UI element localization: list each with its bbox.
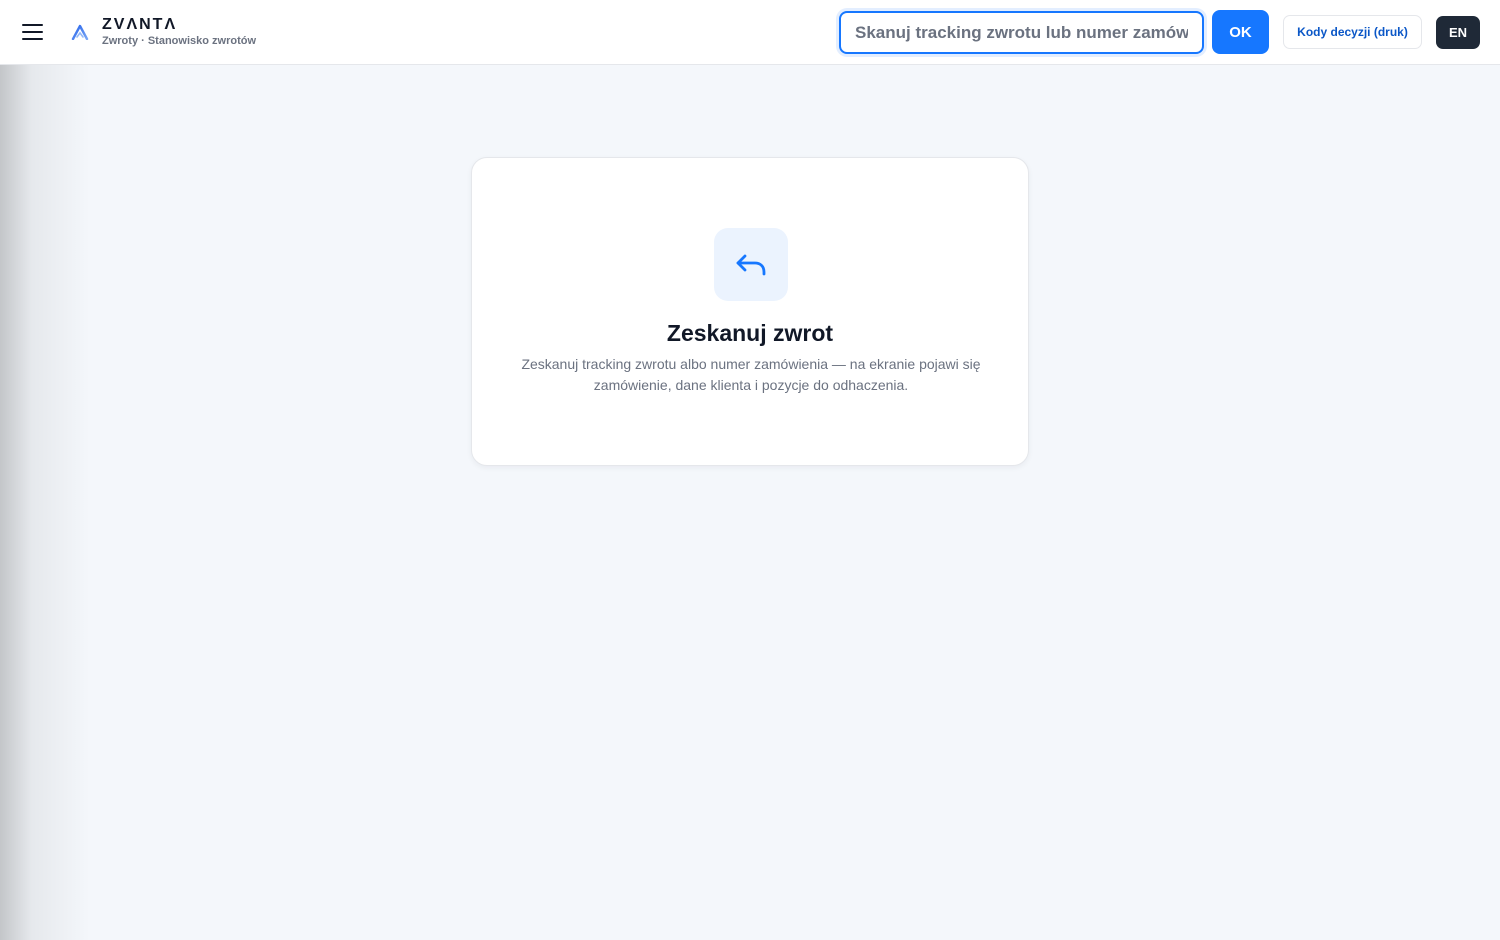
ok-button[interactable]: OK [1212,10,1269,54]
empty-state-description: Zeskanuj tracking zwrotu albo numer zamó… [521,356,981,393]
brand-subtitle: Zwroty · Stanowisko zwrotów [102,35,257,47]
scan-input[interactable] [839,11,1204,54]
icon-tile [714,228,788,301]
language-toggle-button[interactable]: EN [1436,16,1480,49]
menu-button[interactable] [14,14,50,50]
zvanta-logo-icon [71,24,89,40]
drawer-overlay-shadow [0,65,90,940]
reply-arrow-icon [736,254,766,275]
decision-codes-print-button[interactable]: Kody decyzji (druk) [1283,15,1422,49]
empty-state-title: Zeskanuj zwrot [666,320,834,346]
empty-state-card: Zeskanuj zwrot Zeskanuj tracking zwrotu … [471,157,1029,466]
hamburger-icon [21,24,43,26]
brand-name: ZVΛNTΛ [102,16,178,33]
top-bar: ZVΛNTΛ Zwroty · Stanowisko zwrotów OK Ko… [0,0,1500,65]
